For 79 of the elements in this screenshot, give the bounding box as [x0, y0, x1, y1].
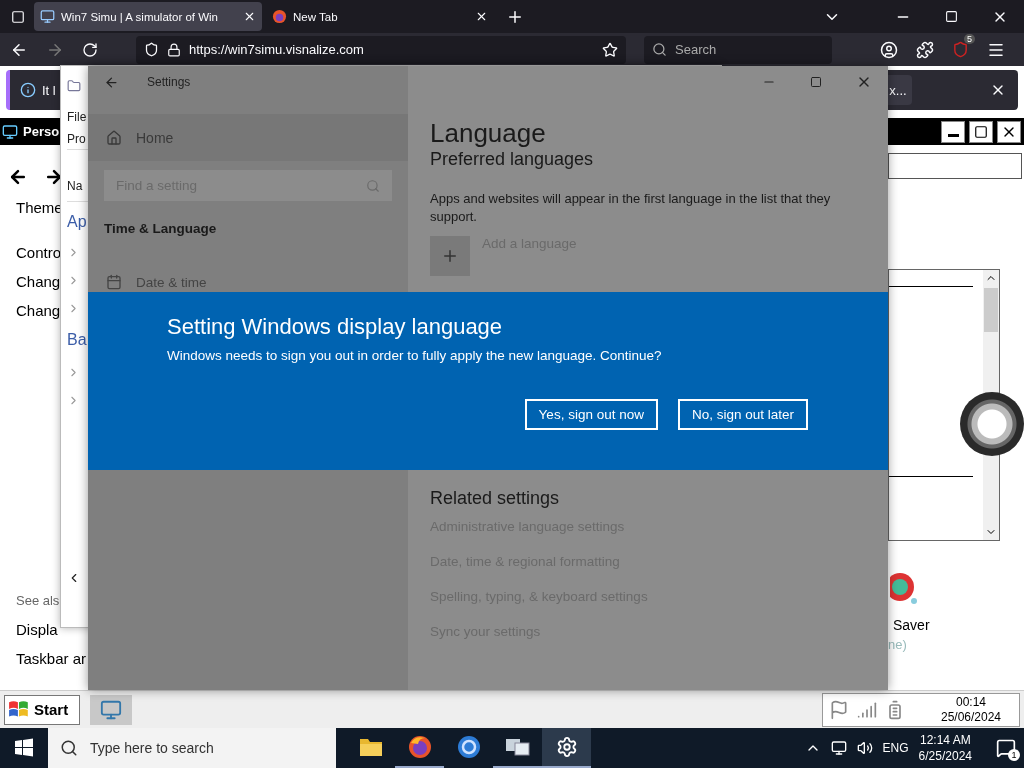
toolbar-text: Pro	[67, 131, 86, 146]
screens-icon	[504, 736, 531, 758]
extension-icon[interactable]	[952, 41, 969, 58]
reload-icon[interactable]	[82, 41, 98, 58]
monitor-icon	[100, 698, 122, 721]
maximize-icon[interactable]	[810, 76, 822, 88]
menu-item[interactable]: File	[67, 109, 87, 124]
search-icon	[366, 178, 380, 193]
fox-icon	[272, 9, 287, 24]
dialog-button[interactable]: No, sign out later	[677, 399, 808, 430]
dialog-button[interactable]: Yes, sign out now	[524, 399, 658, 430]
start-button[interactable]: Start	[4, 694, 80, 725]
link-text[interactable]: Taskbar ar	[16, 650, 87, 679]
browser-icon	[407, 735, 432, 759]
language-indicator[interactable]: ENG	[882, 741, 909, 755]
link-text[interactable]: Theme	[16, 199, 63, 228]
dialog-title: Setting Windows display language	[167, 314, 504, 340]
group-header[interactable]: Ap	[67, 213, 87, 231]
search-icon	[652, 42, 667, 57]
account-icon[interactable]	[880, 40, 898, 59]
section-heading: Preferred languages	[430, 149, 595, 170]
volume-icon[interactable]	[856, 740, 873, 756]
shield-icon	[144, 42, 159, 57]
plus-icon	[441, 247, 459, 265]
close-button[interactable]	[997, 120, 1021, 143]
section-heading: Related settings	[430, 488, 561, 509]
browser-tab[interactable]: New Tab	[266, 2, 494, 31]
network-icon[interactable]	[830, 740, 847, 756]
address-bar[interactable]: https://win7simu.visnalize.com	[136, 35, 626, 64]
maximize-button[interactable]	[969, 120, 993, 143]
bookmark-icon[interactable]	[602, 41, 618, 58]
minimize-icon	[947, 134, 959, 137]
close-icon[interactable]	[475, 10, 488, 23]
dialog-message: Windows needs to sign you out in order to fully apply the new language. Continue?	[167, 348, 663, 363]
window-title: Settings	[147, 75, 191, 89]
monitor-icon	[40, 9, 55, 24]
home-icon	[106, 129, 122, 146]
screen-saver-value: ne)	[888, 637, 908, 652]
flag-icon[interactable]	[829, 699, 849, 720]
extensions-icon[interactable]	[916, 40, 934, 59]
url-text: https://win7simu.visnalize.com	[189, 42, 364, 57]
restore-icon[interactable]	[945, 10, 958, 23]
back-icon[interactable]	[8, 167, 28, 187]
link-text[interactable]: Chang	[16, 273, 61, 302]
see-also-label: See als	[16, 593, 60, 610]
column-header[interactable]: Na	[67, 179, 83, 193]
link-text[interactable]: Contro	[16, 244, 62, 273]
search-field[interactable]: Type here to search	[48, 728, 336, 768]
search-icon	[60, 739, 78, 757]
address-field[interactable]	[888, 153, 1022, 179]
extension-badge: 5	[964, 34, 975, 44]
browser-tab[interactable]: Win7 Simu | A simulator of Win	[34, 2, 262, 31]
notification-count: 1	[1008, 749, 1020, 761]
folder-icon	[358, 736, 383, 758]
close-icon[interactable]	[243, 10, 256, 23]
window-icon	[2, 123, 18, 140]
window-icon	[67, 78, 81, 93]
clock[interactable]: 00:14 25/06/2024	[923, 694, 1019, 725]
calendar-icon	[106, 274, 122, 290]
description-text: Apps and websites will appear in the first language in the list that they support.	[430, 190, 832, 226]
window-title: Perso	[23, 124, 60, 139]
clock[interactable]: 12:14 AM 6/25/2024	[918, 732, 972, 764]
section-title: Time & Language	[104, 221, 218, 236]
minimize-button[interactable]	[941, 120, 965, 143]
settings-icon	[555, 736, 578, 758]
ring-icon	[456, 735, 481, 759]
page-title: Language	[430, 118, 547, 149]
taskbar-app[interactable]	[542, 728, 591, 768]
screen-saver-label[interactable]: Saver	[893, 617, 1024, 633]
scroll-thumb[interactable]	[984, 288, 998, 332]
info-icon	[20, 82, 36, 98]
search-field[interactable]: Search	[644, 35, 832, 64]
windows-logo-icon[interactable]	[14, 738, 34, 758]
lock-icon	[167, 42, 181, 57]
link-text[interactable]: Displa	[16, 621, 58, 650]
group-header[interactable]: Ba	[67, 331, 87, 349]
maximize-icon	[974, 124, 988, 139]
link-text[interactable]: Chang	[16, 302, 61, 331]
notification-text: It l	[42, 82, 56, 98]
